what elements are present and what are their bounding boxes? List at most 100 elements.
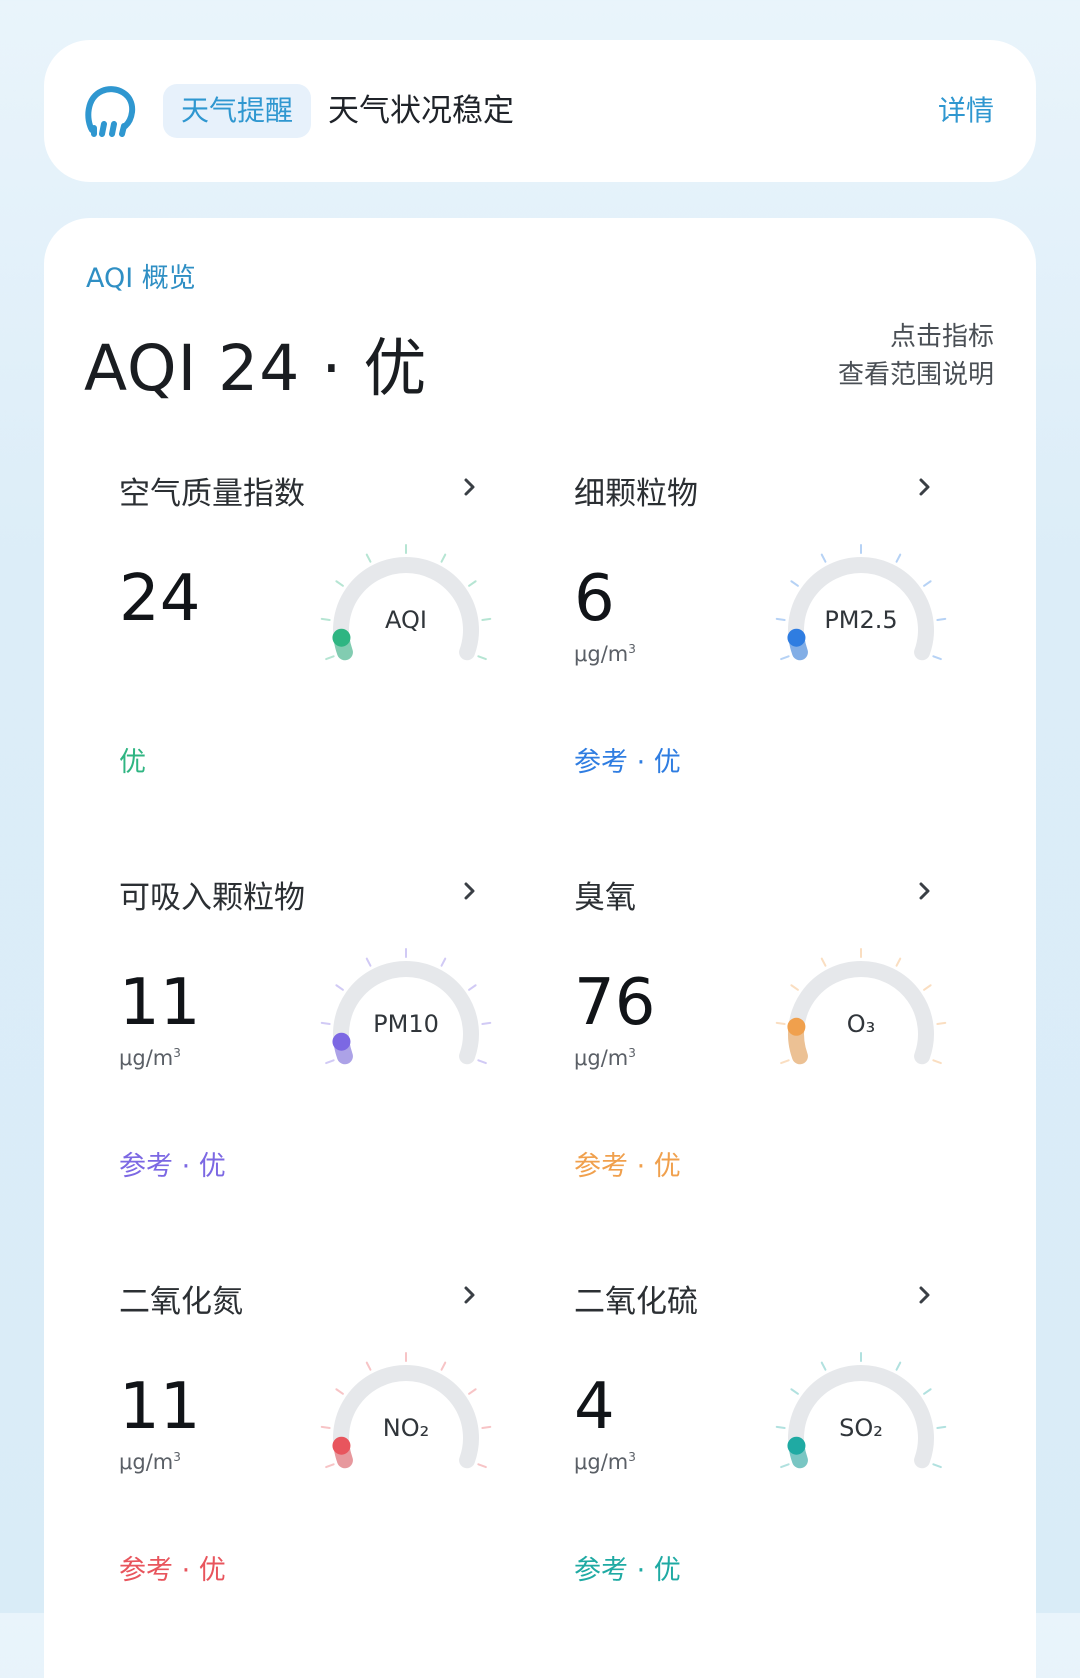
gauge-tick <box>820 553 827 563</box>
gauge-tick <box>923 580 932 587</box>
pollutant-unit-superscript: 3 <box>628 1450 636 1464</box>
pollutant-unit-superscript: 3 <box>628 642 636 656</box>
gauge-tick <box>932 655 942 661</box>
gauge-tick <box>325 655 335 661</box>
weather-alert-detail-link[interactable]: 详情 <box>938 84 994 138</box>
pollutant-level: 参考 · 优 <box>119 1151 226 1182</box>
pollutant-unit-text: μg/m <box>574 1046 629 1070</box>
pollutant-value: 4 <box>574 1370 615 1444</box>
gauge-tick <box>932 1059 942 1065</box>
gauge-tick <box>335 1388 344 1395</box>
pollutant-tile[interactable]: 空气质量指数 24 优 AQI <box>119 468 509 848</box>
gauge-tick <box>325 1463 335 1469</box>
pollutant-gauge <box>775 544 947 661</box>
pollutant-gauge <box>775 1352 947 1469</box>
chevron-right-icon[interactable] <box>910 1280 940 1310</box>
pollutant-unit-text: μg/m <box>574 642 629 666</box>
pollutant-unit-superscript: 3 <box>628 1046 636 1060</box>
gauge-label: PM2.5 <box>824 606 898 634</box>
gauge-tick <box>440 553 447 563</box>
weather-alert-logo-icon <box>85 86 136 137</box>
gauge-tick <box>895 957 902 967</box>
gauge-tick <box>895 553 902 563</box>
pollutant-value: 6 <box>574 562 615 636</box>
gauge-tick <box>468 580 477 587</box>
pollutant-unit: μg/m3 <box>119 1046 181 1070</box>
section-label: AQI 概览 <box>86 263 196 294</box>
pollutant-name: 可吸入颗粒物 <box>119 880 305 916</box>
gauge-tick <box>895 1361 902 1371</box>
gauge-tick <box>365 553 372 563</box>
gauge-tick <box>477 1059 487 1065</box>
aqi-overview-card: AQI 概览 AQI 24 · 优 点击指标 查看范围说明 空气质量指数 24 优 A… <box>44 218 1036 1678</box>
weather-alert-card[interactable]: 天气提醒 天气状况稳定 详情 <box>44 40 1036 182</box>
pollutant-value: 24 <box>119 562 201 636</box>
pollutant-unit-text: μg/m <box>574 1450 629 1474</box>
pollutant-level: 参考 · 优 <box>574 1151 681 1182</box>
gauge-tick <box>820 1361 827 1371</box>
pollutant-tile[interactable]: 可吸入颗粒物 11 μg/m3 参考 · 优 PM10 <box>119 872 509 1252</box>
gauge-label: O₃ <box>846 1010 876 1038</box>
gauge-tick <box>790 984 799 991</box>
range-hint: 点击指标 查看范围说明 <box>838 318 994 394</box>
aqi-headline: AQI 24 · 优 <box>84 332 428 405</box>
weather-alert-tag: 天气提醒 <box>163 84 312 138</box>
gauge-label: SO₂ <box>839 1414 883 1442</box>
pollutant-gauge <box>320 544 492 661</box>
chevron-right-icon[interactable] <box>455 472 485 502</box>
chevron-right-icon[interactable] <box>910 472 940 502</box>
pollutant-unit: μg/m3 <box>574 642 636 666</box>
chevron-right-icon[interactable] <box>910 876 940 906</box>
gauge-tick <box>780 655 790 661</box>
pollutant-unit: μg/m3 <box>574 1450 636 1474</box>
chevron-right-icon[interactable] <box>455 1280 485 1310</box>
pollutant-level: 参考 · 优 <box>119 1555 226 1586</box>
gauge-tick <box>335 580 344 587</box>
gauge-tick <box>468 984 477 991</box>
range-hint-line2: 查看范围说明 <box>837 360 994 390</box>
gauge-tick <box>932 1463 942 1469</box>
pollutant-gauge <box>775 948 947 1065</box>
gauge-tick <box>780 1463 790 1469</box>
pollutant-tile[interactable]: 细颗粒物 6 μg/m3 参考 · 优 PM2.5 <box>574 468 964 848</box>
gauge-label: PM10 <box>373 1010 439 1038</box>
pollutant-name: 二氧化氮 <box>119 1284 243 1320</box>
gauge-tick <box>923 1388 932 1395</box>
pollutant-name: 空气质量指数 <box>119 476 305 512</box>
pollutant-unit-text: μg/m <box>119 1450 174 1474</box>
pollutant-tile[interactable]: 二氧化氮 11 μg/m3 参考 · 优 NO₂ <box>119 1276 509 1656</box>
range-hint-line1: 点击指标 <box>889 322 994 352</box>
gauge-tick <box>790 1388 799 1395</box>
gauge-tick <box>790 580 799 587</box>
gauge-tick <box>477 1463 487 1469</box>
gauge-tick <box>335 984 344 991</box>
gauge-tick <box>365 957 372 967</box>
gauge-tick <box>820 957 827 967</box>
pollutant-value: 76 <box>574 966 656 1040</box>
gauge-label: NO₂ <box>382 1414 430 1442</box>
gauge-tick <box>440 1361 447 1371</box>
chevron-right-icon[interactable] <box>455 876 485 906</box>
pollutant-name: 臭氧 <box>574 880 636 916</box>
pollutant-level: 参考 · 优 <box>574 747 681 778</box>
pollutant-gauge <box>320 948 492 1065</box>
gauge-tick <box>365 1361 372 1371</box>
pollutant-name: 二氧化硫 <box>574 1284 698 1320</box>
pollutant-level: 参考 · 优 <box>574 1555 681 1586</box>
pollutant-tile[interactable]: 二氧化硫 4 μg/m3 参考 · 优 SO₂ <box>574 1276 964 1656</box>
pollutant-gauge <box>320 1352 492 1469</box>
pollutant-unit: μg/m3 <box>574 1046 636 1070</box>
pollutant-value: 11 <box>119 1370 201 1444</box>
pollutant-unit-superscript: 3 <box>173 1046 181 1060</box>
pollutant-tile[interactable]: 臭氧 76 μg/m3 参考 · 优 O₃ <box>574 872 964 1252</box>
gauge-tick <box>468 1388 477 1395</box>
pollutant-unit-text: μg/m <box>119 1046 174 1070</box>
gauge-tick <box>477 655 487 661</box>
pollutant-value: 11 <box>119 966 201 1040</box>
pollutant-name: 细颗粒物 <box>574 476 698 512</box>
gauge-tick <box>923 984 932 991</box>
gauge-label: AQI <box>385 606 427 634</box>
pollutant-unit-superscript: 3 <box>173 1450 181 1464</box>
gauge-tick <box>325 1059 335 1065</box>
gauge-tick <box>440 957 447 967</box>
